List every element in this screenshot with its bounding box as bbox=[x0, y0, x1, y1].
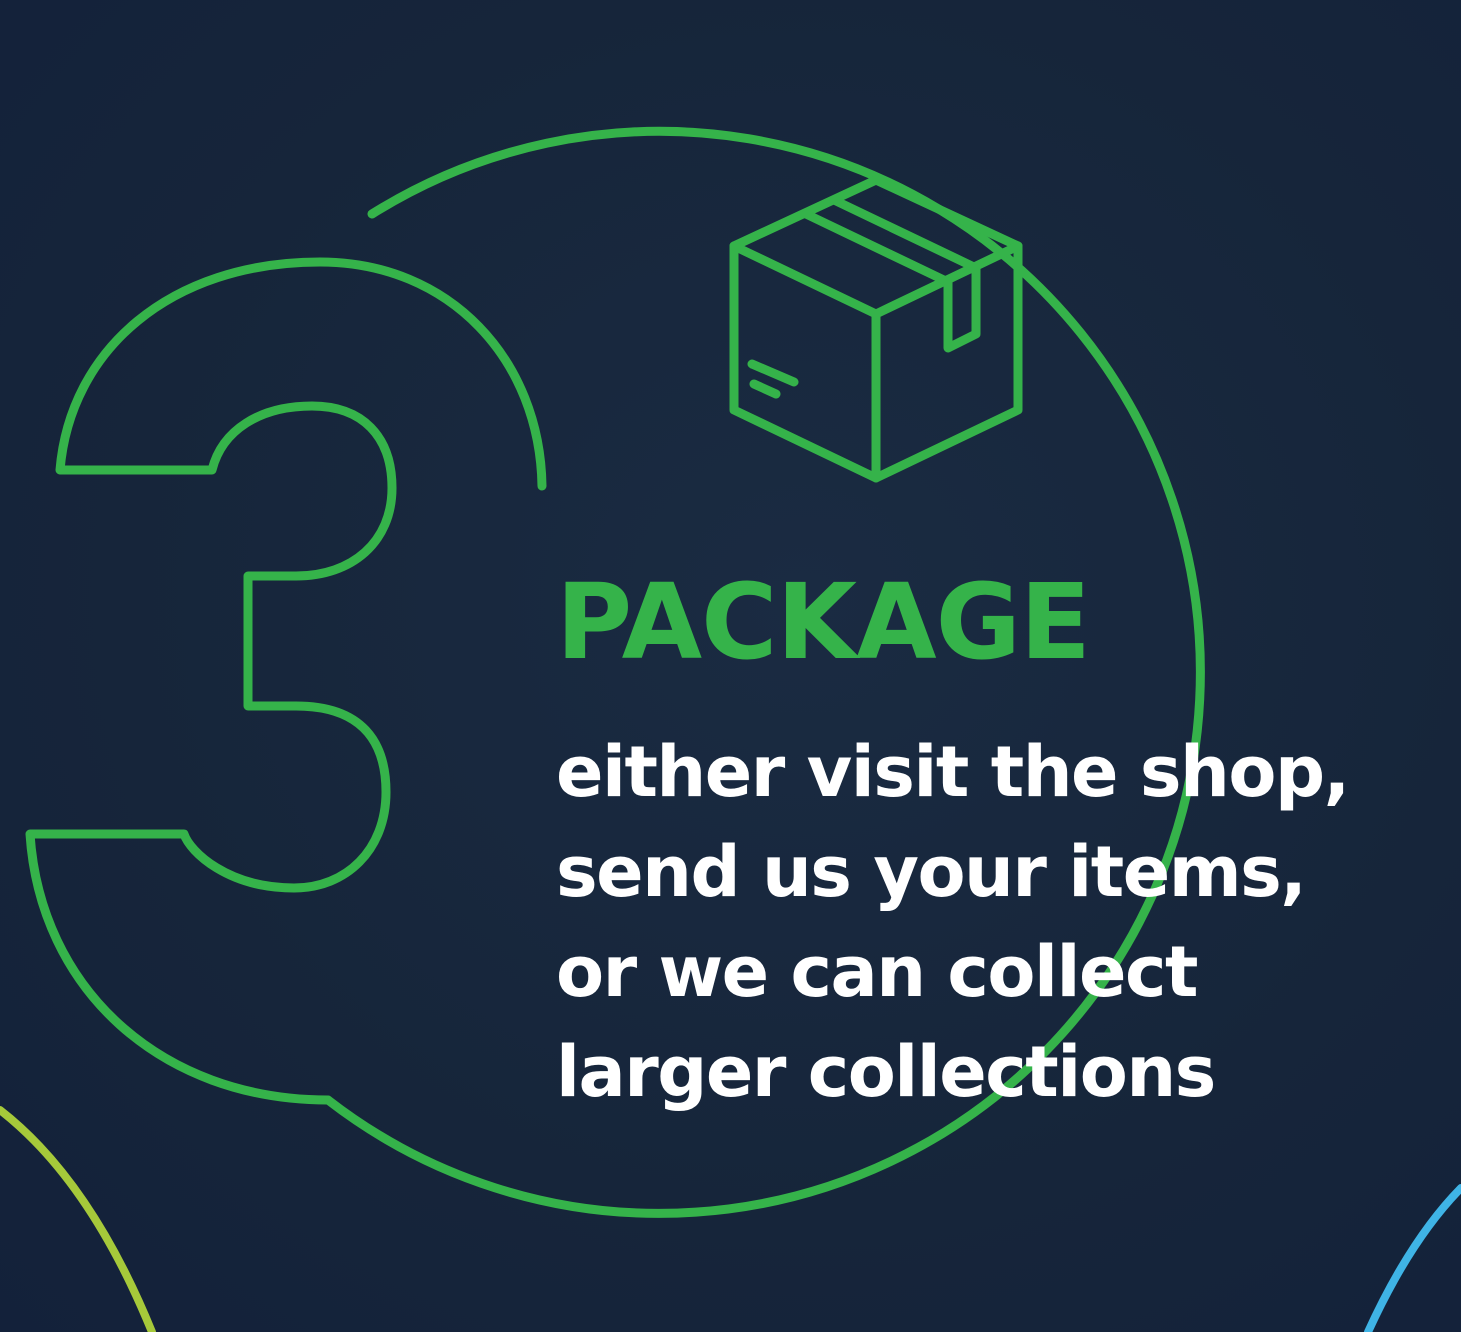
description-line: or we can collect bbox=[556, 931, 1198, 1013]
description-line: larger collections bbox=[556, 1031, 1216, 1113]
description-line: send us your items, bbox=[556, 831, 1307, 913]
step-heading: PACKAGE bbox=[556, 561, 1091, 683]
infographic-step-panel: PACKAGE either visit the shop, send us y… bbox=[0, 0, 1461, 1332]
description-line: either visit the shop, bbox=[556, 731, 1350, 813]
number-3-outline bbox=[25, 257, 547, 1105]
blue-curve-decoration bbox=[1364, 1184, 1461, 1332]
step-description: either visit the shop, send us your item… bbox=[556, 722, 1376, 1122]
lime-curve-decoration bbox=[0, 1106, 156, 1332]
package-box-icon bbox=[729, 175, 1023, 483]
